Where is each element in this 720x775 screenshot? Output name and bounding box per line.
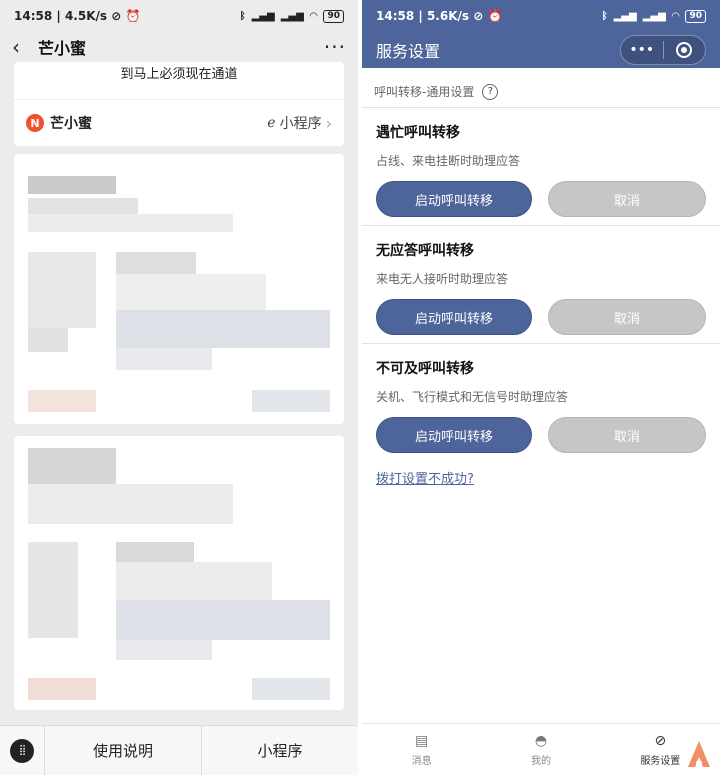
tab-messages[interactable]: ▤ 消息 <box>362 724 481 775</box>
chat-nav-bar: ‹ 芒小蜜 ··· <box>0 32 358 62</box>
signal-icon: ▂▄▆ <box>642 10 666 22</box>
miniprogram-name: 芒小蜜 <box>50 116 92 132</box>
network-speed: 5.6K/s <box>426 9 470 23</box>
tab-mine[interactable]: ◓ 我的 <box>481 724 600 775</box>
battery-icon: 90 <box>685 9 706 23</box>
status-icons: ᛒ ▂▄▆ ▂▄▆ ◠ 90 <box>239 9 344 23</box>
mangxiaomi-logo-icon: N <box>26 114 44 132</box>
blurred-message-card <box>14 436 344 710</box>
more-dots-button[interactable]: ••• <box>621 42 663 58</box>
capsule-menu: ••• <box>620 35 706 65</box>
battery-icon: 90 <box>323 9 344 23</box>
setting-title: 不可及呼叫转移 <box>376 361 474 377</box>
cancel-forward-button[interactable]: 取消 <box>548 417 706 453</box>
service-icon: ⊘ <box>654 732 667 749</box>
section-label-text: 呼叫转移-通用设置 <box>374 85 475 99</box>
user-icon: ◓ <box>534 732 548 749</box>
tab-label: 服务设置 <box>640 755 681 767</box>
chevron-right-icon: › <box>325 113 332 133</box>
status-time: 14:58 <box>14 9 53 23</box>
usage-guide-button[interactable]: 使用说明 <box>44 725 201 775</box>
card-notice: 到马上必须现在通道 <box>14 62 344 100</box>
page-title: 服务设置 <box>376 42 441 61</box>
message-icon: ▤ <box>415 732 429 749</box>
nav-bar: 服务设置 ••• <box>362 32 720 68</box>
keyboard-icon: ⣿ <box>10 738 34 763</box>
target-icon <box>676 42 693 58</box>
miniprogram-card[interactable]: 到马上必须现在通道 N 芒小蜜 ℯ 小程序 › <box>14 62 344 146</box>
enable-forward-button[interactable]: 启动呼叫转移 <box>376 181 532 217</box>
watermark-logo-icon <box>688 741 710 767</box>
close-miniprogram-button[interactable] <box>664 42 706 58</box>
more-icon[interactable]: ··· <box>324 35 346 59</box>
chat-bottom-bar: ⣿ 使用说明 小程序 <box>0 725 358 775</box>
wifi-icon: ◠ <box>671 10 680 22</box>
network-speed: 4.5K/s <box>64 9 108 23</box>
miniprogram-pane: 14:58 | 5.6K/s ⊘ ⏰ ᛒ ▂▄▆ ▂▄▆ ◠ 90 服务设置 •… <box>362 0 720 775</box>
setting-unreachable-forward: 不可及呼叫转移 关机、飞行模式和无信号时助理应答 启动呼叫转移 取消 <box>362 344 720 460</box>
bluetooth-icon: ᛒ <box>601 10 608 22</box>
link-icon: ℯ <box>267 115 276 131</box>
cancel-forward-button[interactable]: 取消 <box>548 181 706 217</box>
setting-desc: 来电无人接听时助理应答 <box>376 272 509 286</box>
miniprogram-link[interactable]: ℯ 小程序 › <box>267 113 332 133</box>
tab-label: 消息 <box>411 755 432 767</box>
enable-forward-button[interactable]: 启动呼叫转移 <box>376 299 532 335</box>
blurred-message-card <box>14 154 344 424</box>
chat-title: 芒小蜜 <box>38 39 87 58</box>
status-icons: ᛒ ▂▄▆ ▂▄▆ ◠ 90 <box>601 9 706 23</box>
signal-icon: ▂▄▆ <box>613 10 637 22</box>
signal-icon: ▂▄▆ <box>251 10 275 22</box>
setting-title: 无应答呼叫转移 <box>376 243 474 259</box>
status-time: 14:58 <box>376 9 415 23</box>
miniprogram-row[interactable]: N 芒小蜜 ℯ 小程序 › <box>14 100 344 146</box>
bluetooth-icon: ᛒ <box>239 10 246 22</box>
setting-desc: 占线、来电挂断时助理应答 <box>376 154 521 168</box>
section-label: 呼叫转移-通用设置 ? <box>362 68 720 108</box>
status-bar: 14:58 | 4.5K/s ⊘ ⏰ ᛒ ▂▄▆ ▂▄▆ ◠ 90 <box>0 0 358 32</box>
tab-label: 我的 <box>530 755 551 767</box>
wechat-chat-pane: 14:58 | 4.5K/s ⊘ ⏰ ᛒ ▂▄▆ ▂▄▆ ◠ 90 ‹ 芒小蜜 … <box>0 0 358 775</box>
app-header: 14:58 | 5.6K/s ⊘ ⏰ ᛒ ▂▄▆ ▂▄▆ ◠ 90 服务设置 •… <box>362 0 720 68</box>
setting-busy-forward: 遇忙呼叫转移 占线、来电挂断时助理应答 启动呼叫转移 取消 <box>362 108 720 226</box>
status-bar: 14:58 | 5.6K/s ⊘ ⏰ ᛒ ▂▄▆ ▂▄▆ ◠ 90 <box>362 0 720 32</box>
miniprogram-button[interactable]: 小程序 <box>201 725 358 775</box>
cancel-forward-button[interactable]: 取消 <box>548 299 706 335</box>
miniprogram-link-label: 小程序 <box>279 116 322 132</box>
setting-noanswer-forward: 无应答呼叫转移 来电无人接听时助理应答 启动呼叫转移 取消 <box>362 226 720 344</box>
tab-bar: ▤ 消息 ◓ 我的 ⊘ 服务设置 <box>362 723 720 775</box>
wifi-icon: ◠ <box>309 10 318 22</box>
back-arrow-icon[interactable]: ‹ <box>12 35 34 59</box>
help-circle-icon[interactable]: ? <box>482 83 499 100</box>
keyboard-toggle[interactable]: ⣿ <box>0 738 44 763</box>
setting-desc: 关机、飞行模式和无信号时助理应答 <box>376 390 569 404</box>
signal-icon: ▂▄▆ <box>280 10 304 22</box>
dial-setting-help-link[interactable]: 拨打设置不成功? <box>362 460 720 495</box>
enable-forward-button[interactable]: 启动呼叫转移 <box>376 417 532 453</box>
setting-title: 遇忙呼叫转移 <box>376 125 460 141</box>
